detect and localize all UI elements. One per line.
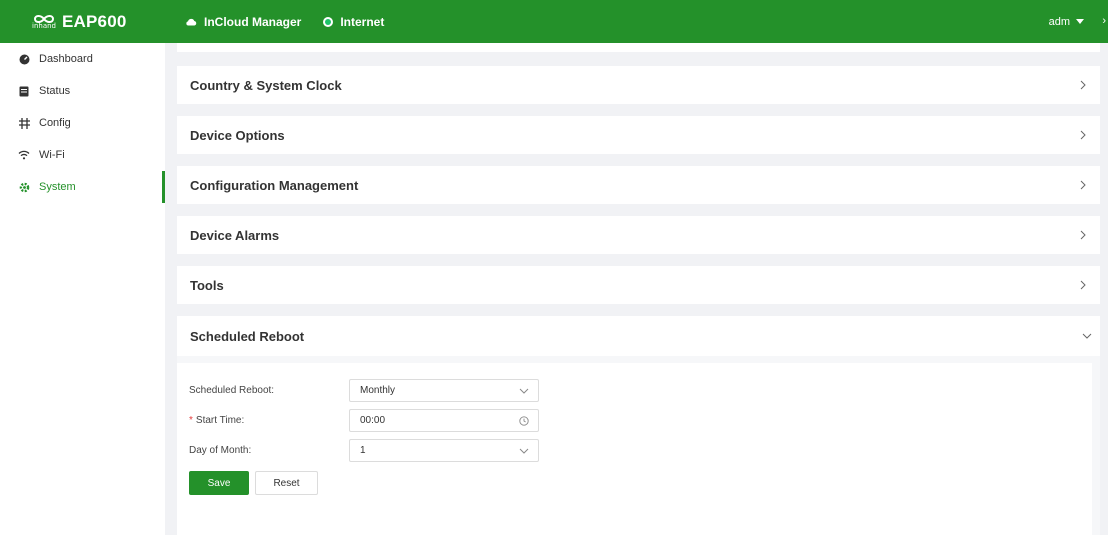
sidebar-item-label: Dashboard [39, 53, 93, 65]
panel-configuration-management[interactable]: Configuration Management [177, 166, 1100, 204]
scheduled-reboot-form: Scheduled Reboot: Monthly * Start Time: 0… [177, 363, 1092, 535]
reboot-mode-value: Monthly [360, 385, 396, 396]
scheduled-reboot-header[interactable]: Scheduled Reboot [177, 316, 1100, 356]
sidebar-item-status[interactable]: Status [0, 75, 165, 107]
main-content: Country & System Clock Device Options Co… [177, 43, 1100, 535]
day-of-month-label: Day of Month: [189, 445, 252, 456]
chevron-right-icon [1078, 80, 1088, 90]
edge-arrow-icon[interactable]: › [1102, 15, 1106, 27]
chevron-right-icon [1078, 130, 1088, 140]
panel-country-system-clock[interactable]: Country & System Clock [177, 66, 1100, 104]
chevron-down-icon [1082, 331, 1092, 341]
caret-down-icon [1076, 19, 1084, 24]
start-time-label-wrap: * Start Time: [189, 415, 349, 426]
chevron-right-icon [1078, 180, 1088, 190]
day-of-month-value: 1 [360, 445, 366, 456]
start-time-picker[interactable]: 00:00 [349, 409, 539, 432]
panel-device-options[interactable]: Device Options [177, 116, 1100, 154]
reboot-mode-select[interactable]: Monthly [349, 379, 539, 402]
form-buttons: Save Reset [189, 471, 1092, 495]
panel-device-alarms[interactable]: Device Alarms [177, 216, 1100, 254]
sidebar-item-config[interactable]: Config [0, 107, 165, 139]
incloud-manager-status[interactable]: InCloud Manager [185, 15, 301, 29]
wifi-icon [18, 149, 30, 161]
chevron-right-icon [1078, 280, 1088, 290]
panel-title: Country & System Clock [190, 77, 342, 93]
status-icon [18, 85, 30, 97]
internet-status[interactable]: Internet [323, 15, 384, 29]
incloud-manager-label: InCloud Manager [204, 14, 302, 29]
brand: inhand EAP600 [0, 11, 165, 33]
form-row-mode: Scheduled Reboot: Monthly [189, 379, 1092, 402]
start-time-value: 00:00 [360, 415, 386, 426]
user-menu[interactable]: adm [1049, 0, 1084, 43]
gear-icon [18, 181, 30, 193]
panel-tools[interactable]: Tools [177, 266, 1100, 304]
cloud-icon [186, 18, 197, 25]
required-mark: * [189, 415, 193, 426]
panel-title: Tools [190, 277, 224, 293]
sidebar-item-label: Wi-Fi [39, 149, 65, 161]
sidebar: Dashboard Status Config Wi-Fi System [0, 43, 165, 535]
config-icon [18, 117, 30, 129]
panel-title: Configuration Management [190, 177, 359, 193]
sidebar-item-dashboard[interactable]: Dashboard [0, 43, 165, 75]
dashboard-icon [18, 53, 30, 65]
chevron-right-icon [1078, 230, 1088, 240]
panel-title: Scheduled Reboot [190, 328, 305, 344]
sidebar-item-label: Config [39, 117, 71, 129]
top-bar: inhand EAP600 InCloud Manager Internet a… [0, 0, 1108, 43]
sidebar-item-label: Status [39, 85, 71, 97]
form-row-day-of-month: Day of Month: 1 [189, 439, 1092, 462]
panel-scheduled-reboot: Scheduled Reboot Scheduled Reboot: Month… [177, 316, 1100, 535]
status-dot-icon [323, 16, 334, 27]
reset-button[interactable]: Reset [255, 471, 318, 495]
chevron-down-icon [519, 448, 529, 454]
internet-label: Internet [340, 14, 385, 29]
start-time-label: Start Time: [195, 415, 245, 426]
sidebar-item-system[interactable]: System [0, 171, 165, 203]
chevron-down-icon [519, 388, 529, 394]
scheduled-reboot-body: Scheduled Reboot: Monthly * Start Time: 0… [177, 356, 1100, 535]
top-strip [177, 43, 1100, 52]
clock-icon [519, 415, 529, 426]
inhand-logo: inhand [30, 11, 58, 33]
product-name: EAP600 [62, 11, 127, 31]
user-name: adm [1048, 15, 1070, 28]
panel-title: Device Options [190, 127, 285, 143]
logo-text: inhand [32, 21, 56, 30]
save-button[interactable]: Save [189, 471, 249, 495]
mode-label: Scheduled Reboot: [189, 385, 275, 396]
sidebar-item-wifi[interactable]: Wi-Fi [0, 139, 165, 171]
day-of-month-select[interactable]: 1 [349, 439, 539, 462]
panel-title: Device Alarms [190, 227, 280, 243]
sidebar-item-label: System [39, 181, 76, 193]
form-row-start-time: * Start Time: 00:00 [189, 409, 1092, 432]
